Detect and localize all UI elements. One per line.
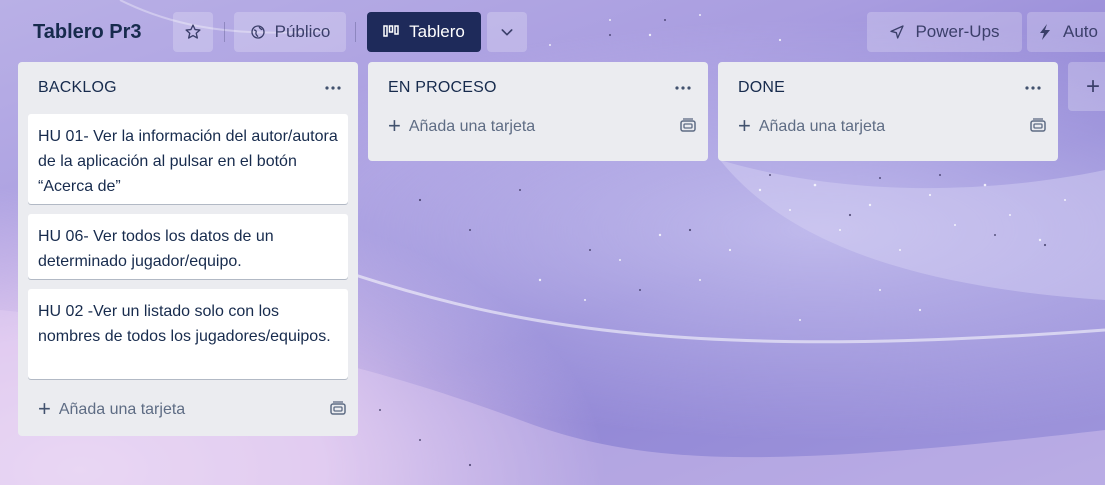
- board-header: Tablero Pr3 Público Tablero Power-Ups Au…: [0, 0, 1105, 62]
- card[interactable]: HU 02 -Ver un listado solo con los nombr…: [28, 289, 348, 379]
- board-view-button[interactable]: Tablero: [367, 12, 481, 52]
- add-list-button[interactable]: +: [1068, 62, 1105, 111]
- list-header: BACKLOG: [18, 62, 358, 114]
- star-icon: [184, 23, 202, 41]
- add-card-button[interactable]: + Añada una tarjeta: [38, 396, 186, 421]
- add-card-label: Añada una tarjeta: [58, 401, 186, 418]
- more-icon[interactable]: [1022, 77, 1044, 99]
- add-card-composer: + Añada una tarjeta: [718, 106, 1058, 148]
- lightning-icon: [1039, 24, 1051, 40]
- star-board-button[interactable]: [173, 12, 213, 52]
- add-card-composer: + Añada una tarjeta: [368, 106, 708, 148]
- list-title[interactable]: DONE: [738, 79, 785, 97]
- view-label: Tablero: [409, 22, 465, 41]
- card-template-icon[interactable]: [330, 400, 346, 420]
- view-switcher-button[interactable]: [487, 12, 527, 52]
- rocket-icon: [889, 24, 905, 40]
- list-backlog: BACKLOG HU 01- Ver la información del au…: [18, 62, 358, 436]
- add-card-label: Añada una tarjeta: [408, 118, 536, 135]
- board-title[interactable]: Tablero Pr3: [22, 12, 153, 52]
- plus-icon: +: [1086, 72, 1101, 100]
- list-title[interactable]: BACKLOG: [38, 79, 117, 97]
- list-title[interactable]: EN PROCESO: [388, 79, 497, 97]
- card-template-icon[interactable]: [680, 117, 696, 137]
- add-card-button[interactable]: + Añada una tarjeta: [388, 113, 536, 138]
- list-done: DONE + Añada una tarjeta: [718, 62, 1058, 161]
- add-card-label: Añada una tarjeta: [758, 118, 886, 135]
- visibility-button[interactable]: Público: [234, 12, 346, 52]
- card[interactable]: HU 06- Ver todos los datos de un determi…: [28, 214, 348, 279]
- list-en-proceso: EN PROCESO + Añada una tarjeta: [368, 62, 708, 161]
- card[interactable]: HU 01- Ver la información del autor/auto…: [28, 114, 348, 204]
- chevron-down-icon: [499, 24, 515, 40]
- plus-icon: +: [38, 396, 51, 421]
- automation-button[interactable]: Auto: [1027, 12, 1105, 52]
- plus-icon: +: [388, 113, 401, 138]
- add-card-button[interactable]: + Añada una tarjeta: [738, 113, 886, 138]
- globe-icon: [250, 24, 266, 40]
- more-icon[interactable]: [322, 77, 344, 99]
- card-list: HU 01- Ver la información del autor/auto…: [18, 114, 358, 379]
- header-divider: [355, 22, 356, 42]
- plus-icon: +: [738, 113, 751, 138]
- power-ups-label: Power-Ups: [915, 22, 1000, 41]
- automation-label: Auto: [1063, 22, 1098, 41]
- card-template-icon[interactable]: [1030, 117, 1046, 137]
- more-icon[interactable]: [672, 77, 694, 99]
- header-divider: [224, 22, 225, 42]
- board-icon: [383, 25, 399, 39]
- power-ups-button[interactable]: Power-Ups: [867, 12, 1022, 52]
- visibility-label: Público: [274, 22, 331, 41]
- add-card-composer: + Añada una tarjeta: [18, 389, 358, 431]
